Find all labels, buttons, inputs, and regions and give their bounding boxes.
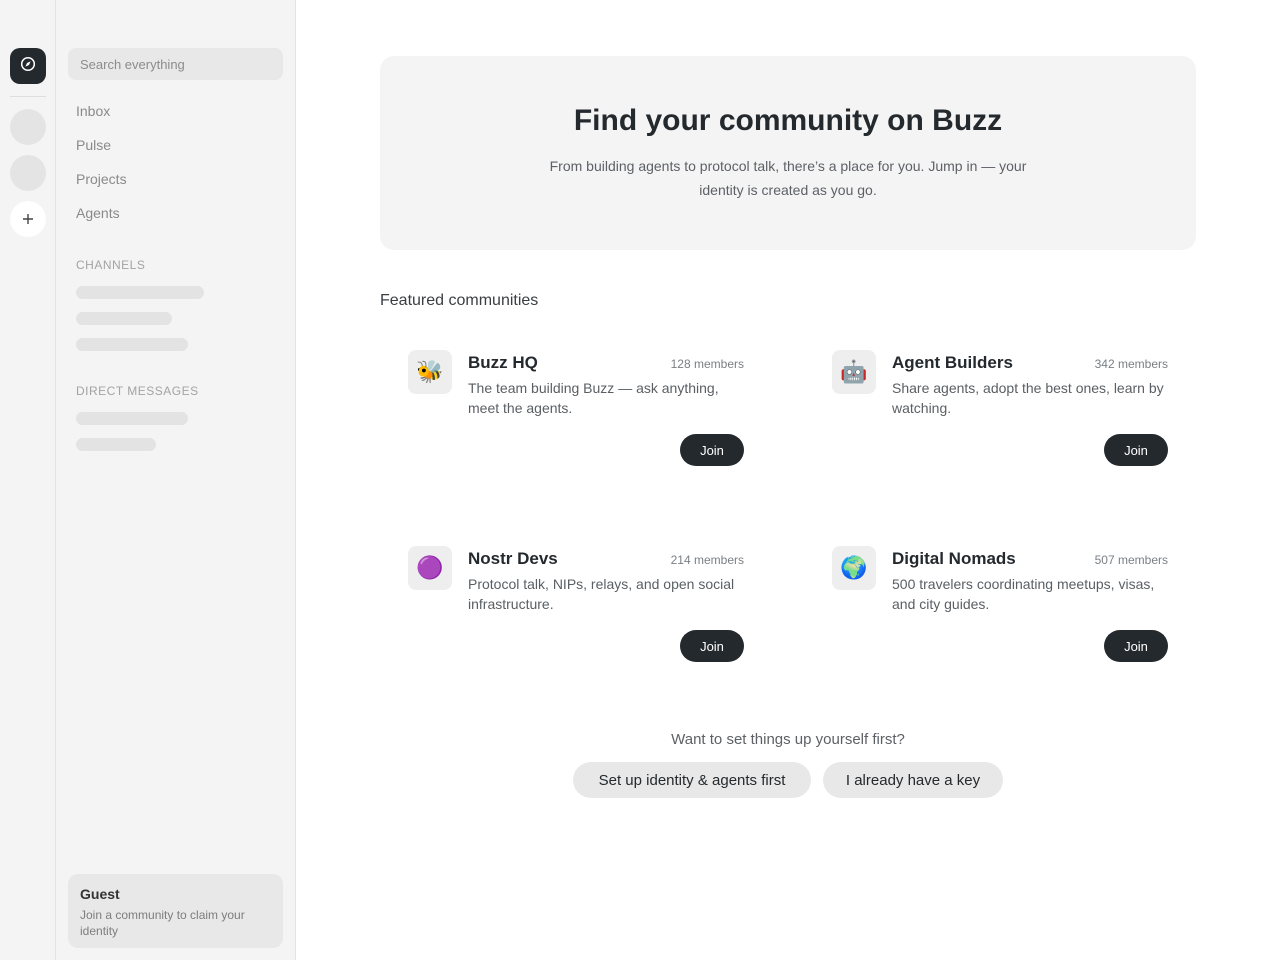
setup-question: Want to set things up yourself first? (671, 731, 905, 748)
explore-button[interactable] (10, 48, 46, 84)
add-workspace-button[interactable] (10, 201, 46, 237)
channel-skeleton (76, 286, 204, 299)
robot-icon: 🤖 (832, 350, 876, 394)
member-count: 507 members (1094, 553, 1168, 567)
join-button[interactable]: Join (680, 434, 744, 466)
workspace-placeholder[interactable] (10, 155, 46, 191)
purple-circle-icon: 🟣 (408, 546, 452, 590)
plus-icon (22, 209, 34, 230)
compass-icon (20, 56, 36, 77)
member-count: 214 members (670, 553, 744, 567)
nav-agents[interactable]: Agents (76, 205, 120, 221)
nav-projects[interactable]: Projects (76, 171, 127, 187)
sidebar: Inbox Pulse Projects Agents CHANNELS DIR… (56, 0, 296, 960)
community-description: The team building Buzz — ask anything, m… (468, 380, 719, 416)
community-name: Buzz HQ (468, 353, 538, 372)
community-name: Digital Nomads (892, 549, 1016, 568)
workspace-placeholder[interactable] (10, 109, 46, 145)
workspace-rail (0, 0, 56, 960)
channels-heading: CHANNELS (76, 258, 146, 272)
channel-skeleton (76, 338, 188, 351)
community-description: Protocol talk, NIPs, relays, and open so… (468, 576, 735, 612)
direct-messages-heading: DIRECT MESSAGES (76, 384, 199, 398)
community-card-nostr-devs: 🟣 Nostr Devs 214 members Protocol talk, … (408, 546, 744, 676)
hero-title: Find your community on Buzz (573, 104, 1003, 137)
bee-icon: 🐝 (408, 350, 452, 394)
member-count: 342 members (1094, 357, 1168, 371)
community-name: Agent Builders (892, 353, 1013, 372)
nav-inbox[interactable]: Inbox (76, 103, 110, 119)
member-count: 128 members (670, 357, 744, 371)
community-description: 500 travelers coordinating meetups, visa… (892, 576, 1155, 612)
join-button[interactable]: Join (1104, 630, 1168, 662)
hero-subtitle: From building agents to protocol talk, t… (549, 158, 1027, 198)
featured-heading: Featured communities (380, 292, 539, 309)
guest-card[interactable]: Guest Join a community to claim your ide… (68, 874, 283, 948)
guest-hint: Join a community to claim your identity (80, 908, 245, 938)
dm-skeleton (76, 438, 156, 451)
setup-identity-button[interactable]: Set up identity & agents first (573, 762, 811, 798)
search-input[interactable] (68, 48, 283, 80)
welcome-hero: Find your community on Buzz From buildin… (380, 56, 1196, 250)
globe-icon: 🌍 (832, 546, 876, 590)
community-card-digital-nomads: 🌍 Digital Nomads 507 members 500 travele… (832, 546, 1168, 676)
join-button[interactable]: Join (680, 630, 744, 662)
community-description: Share agents, adopt the best ones, learn… (892, 380, 1164, 416)
join-button[interactable]: Join (1104, 434, 1168, 466)
nav-pulse[interactable]: Pulse (76, 137, 111, 153)
guest-name: Guest (80, 886, 120, 902)
community-name: Nostr Devs (468, 549, 558, 568)
rail-divider (10, 96, 46, 97)
community-card-agent-builders: 🤖 Agent Builders 342 members Share agent… (832, 350, 1168, 480)
dm-skeleton (76, 412, 188, 425)
have-key-button[interactable]: I already have a key (823, 762, 1003, 798)
channel-skeleton (76, 312, 172, 325)
community-card-buzz-hq: 🐝 Buzz HQ 128 members The team building … (408, 350, 744, 480)
